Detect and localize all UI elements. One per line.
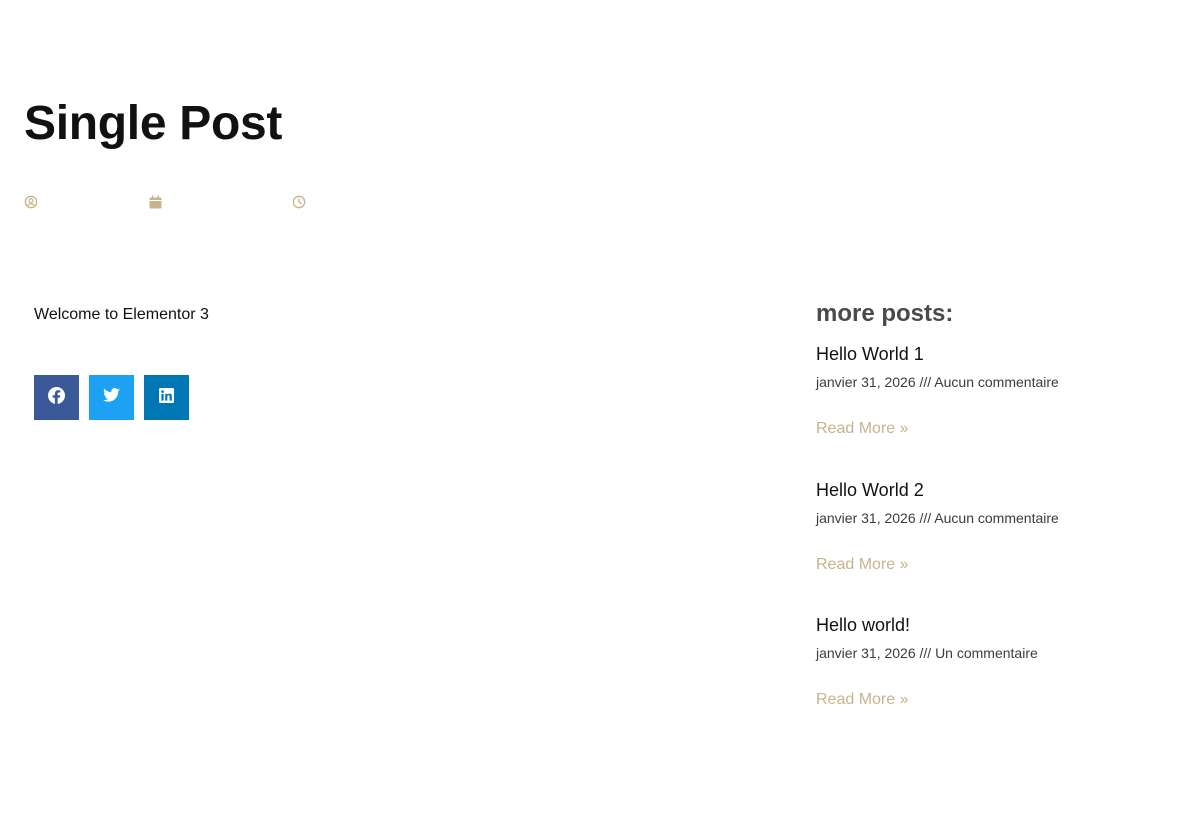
read-more-link[interactable]: Read More » [816, 420, 909, 438]
post-time-text: 5:57 pm [311, 193, 366, 211]
post-item-title[interactable]: Hello World 1 [816, 344, 1059, 365]
share-facebook-button[interactable] [34, 375, 79, 420]
user-circle-icon [24, 195, 38, 209]
read-more-link[interactable]: Read More » [816, 691, 909, 709]
post-time: 5:57 pm [292, 194, 365, 211]
post-item-title[interactable]: Hello World 2 [816, 480, 1059, 501]
more-posts-heading: more posts: [816, 300, 954, 327]
clock-icon [292, 195, 306, 209]
facebook-icon [48, 386, 65, 409]
post-item-meta: janvier 31, 2026 /// Aucun commentaire [816, 374, 1059, 390]
post-author[interactable]: arl.julio.swiss [24, 194, 131, 211]
calendar-icon [149, 195, 162, 209]
more-posts-sidebar: more posts: Hello World 1 janvier 31, 20… [816, 300, 1176, 708]
post-date-text: janvier 31, 2026 [167, 193, 275, 211]
post-item-title[interactable]: Hello world! [816, 615, 1038, 636]
linkedin-icon [159, 387, 174, 408]
share-buttons [34, 375, 189, 420]
post-meta-row: arl.julio.swiss janvier 31, 2026 5:57 pm [24, 192, 365, 212]
twitter-icon [103, 388, 120, 407]
post-item-meta: janvier 31, 2026 /// Un commentaire [816, 645, 1038, 661]
share-twitter-button[interactable] [89, 375, 134, 420]
share-linkedin-button[interactable] [144, 375, 189, 420]
post-item: Hello world! janvier 31, 2026 /// Un com… [816, 615, 1038, 709]
post-date[interactable]: janvier 31, 2026 [149, 194, 274, 211]
post-content: Welcome to Elementor 3 [34, 306, 209, 323]
page-title: Single Post [24, 97, 283, 150]
post-item-meta: janvier 31, 2026 /// Aucun commentaire [816, 510, 1059, 526]
read-more-link[interactable]: Read More » [816, 556, 909, 574]
post-author-name: arl.julio.swiss [43, 193, 132, 211]
post-item: Hello World 1 janvier 31, 2026 /// Aucun… [816, 344, 1059, 438]
post-item: Hello World 2 janvier 31, 2026 /// Aucun… [816, 480, 1059, 574]
